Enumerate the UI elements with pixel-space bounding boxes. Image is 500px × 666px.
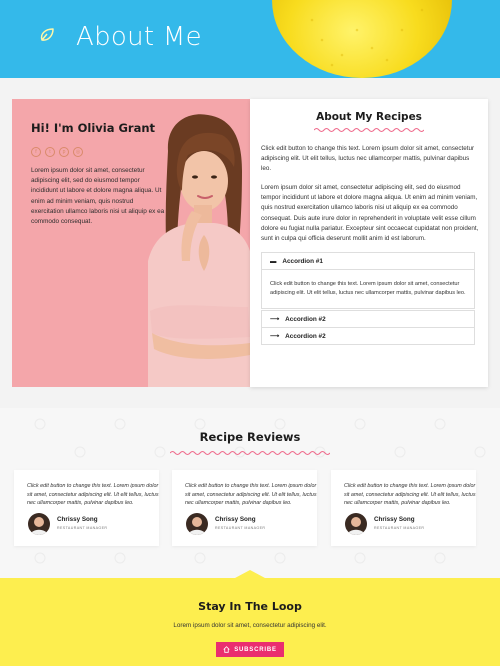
review-card: Click edit button to change this text. L…	[172, 470, 317, 546]
squiggle-divider	[314, 128, 424, 132]
review-text: Click edit button to change this text. L…	[185, 483, 317, 507]
newsletter-text: Lorem ipsum dolor sit amet, consectetur …	[173, 622, 327, 629]
instagram-icon[interactable]: ◎	[73, 147, 83, 157]
twitter-icon[interactable]: t	[45, 147, 55, 157]
minus-icon: ▬	[270, 257, 277, 265]
review-card: Click edit button to change this text. L…	[14, 470, 159, 546]
about-recipes-card: About My Recipes Click edit button to ch…	[250, 99, 488, 387]
accordion-label: Accordion #1	[282, 257, 323, 265]
reviewer-role: RESTAURANT MANAGER	[57, 526, 108, 530]
accordion-label: Accordion #2	[285, 315, 326, 323]
reviewer-role: RESTAURANT MANAGER	[374, 526, 425, 530]
accordion-content: Click edit button to change this text. L…	[262, 269, 474, 308]
home-icon	[223, 646, 230, 653]
accordion-header[interactable]: ▬ Accordion #1	[262, 253, 474, 269]
hero-banner: About Me	[0, 0, 500, 78]
accordion-item-3[interactable]: ⟶ Accordion #2	[261, 327, 475, 345]
recipes-title: About My Recipes	[316, 111, 422, 123]
reviewer-name: Chrissy Song	[57, 516, 98, 523]
avatar	[186, 513, 208, 535]
page-title: About Me	[76, 22, 202, 52]
leaf-icon	[40, 28, 54, 41]
profile-heading: Hi! I'm Olivia Grant	[31, 121, 156, 135]
facebook-icon[interactable]: f	[31, 147, 41, 157]
accordion-label: Accordion #2	[285, 332, 326, 340]
accordion-header[interactable]: ⟶ Accordion #2	[262, 328, 474, 344]
reviews-title: Recipe Reviews	[199, 430, 301, 444]
profile-portrait	[148, 114, 250, 387]
recipes-intro: Click edit button to change this text. L…	[261, 145, 475, 173]
review-card: Click edit button to change this text. L…	[331, 470, 476, 546]
subscribe-label: SUBSCRIBE	[234, 646, 277, 653]
section-divider-notch	[0, 570, 500, 590]
avatar	[345, 513, 367, 535]
reviewer-role: RESTAURANT MANAGER	[215, 526, 266, 530]
profile-card: Hi! I'm Olivia Grant f t p ◎ Lorem ipsum…	[12, 99, 250, 387]
reviewer-name: Chrissy Song	[215, 516, 256, 523]
social-links: f t p ◎	[31, 147, 83, 157]
accordion-item-2[interactable]: ⟶ Accordion #2	[261, 310, 475, 328]
squiggle-divider	[170, 451, 330, 455]
accordion-item-1[interactable]: ▬ Accordion #1 Click edit button to chan…	[261, 252, 475, 309]
review-text: Click edit button to change this text. L…	[344, 483, 476, 507]
subscribe-button[interactable]: SUBSCRIBE	[216, 642, 284, 657]
review-text: Click edit button to change this text. L…	[27, 483, 159, 507]
pinterest-icon[interactable]: p	[59, 147, 69, 157]
arrow-right-icon: ⟶	[270, 333, 280, 340]
arrow-right-icon: ⟶	[270, 316, 280, 323]
avatar	[28, 513, 50, 535]
reviewer-name: Chrissy Song	[374, 516, 415, 523]
newsletter-title: Stay In The Loop	[198, 600, 302, 613]
lemon-image	[272, 0, 452, 78]
recipes-body: Lorem ipsum dolor sit amet, consectetur …	[261, 184, 479, 243]
accordion-header[interactable]: ⟶ Accordion #2	[262, 311, 474, 327]
